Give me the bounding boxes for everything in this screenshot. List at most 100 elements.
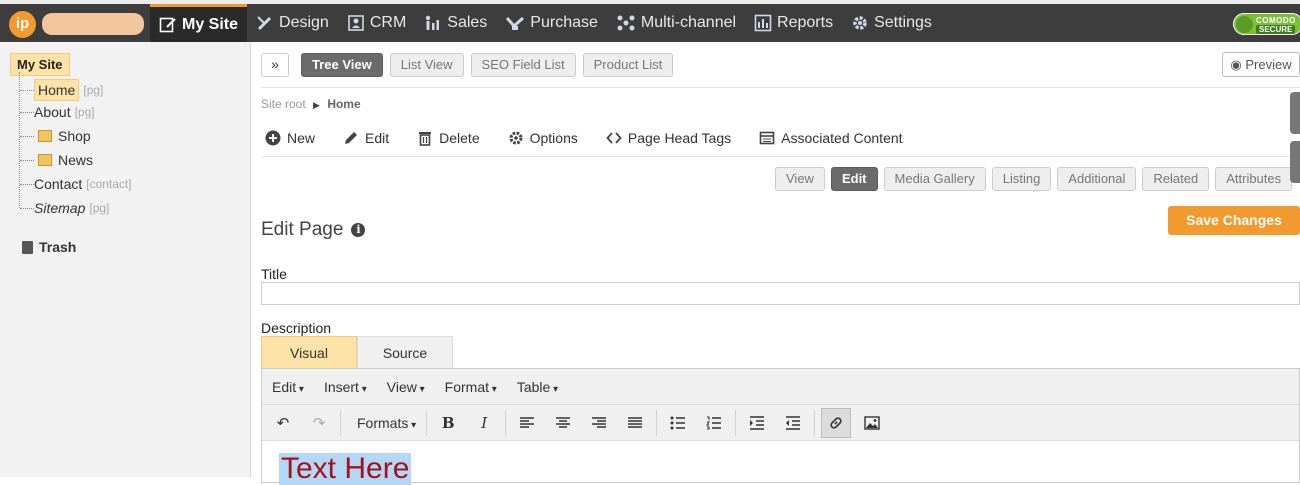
tab-product-list[interactable]: Product List <box>582 53 674 77</box>
side-panel-handle[interactable] <box>1290 92 1300 134</box>
subtab-additional[interactable]: Additional <box>1057 167 1137 191</box>
subtab-related[interactable]: Related <box>1142 167 1210 191</box>
chart-icon <box>754 14 772 32</box>
breadcrumb-root[interactable]: Site root <box>261 97 306 111</box>
breadcrumb-separator-icon: ▶ <box>313 100 320 110</box>
preview-button[interactable]: ◉ Preview <box>1222 52 1300 77</box>
subtab-view[interactable]: View <box>775 167 825 191</box>
editor-mode-tabs: Visual Source <box>261 336 453 368</box>
nav-design[interactable]: Design <box>247 4 338 42</box>
align-center-icon <box>556 416 571 428</box>
badge-top-text: COMODO <box>1256 16 1296 25</box>
tab-seo-field-list[interactable]: SEO Field List <box>470 53 576 77</box>
save-changes-button[interactable]: Save Changes <box>1168 206 1300 235</box>
tab-list-view[interactable]: List View <box>389 53 464 77</box>
menu-format[interactable]: Format <box>445 379 497 395</box>
bold-button[interactable]: B <box>433 408 463 438</box>
main-nav: My Site Design CRM Sales Purchase Multi-… <box>150 4 941 42</box>
thumbs-up-icon <box>1236 16 1253 33</box>
align-center-button[interactable] <box>548 408 578 438</box>
gear-icon <box>509 131 523 145</box>
site-name-pill[interactable] <box>42 13 144 35</box>
edit-button[interactable]: Edit <box>343 130 389 146</box>
nav-label: Settings <box>874 14 932 31</box>
menu-edit[interactable]: Edit <box>272 379 304 395</box>
indent-button[interactable] <box>742 408 772 438</box>
info-icon[interactable]: i <box>351 223 366 237</box>
nav-label: Purchase <box>530 14 598 31</box>
outdent-button[interactable] <box>778 408 808 438</box>
image-icon <box>864 415 880 430</box>
menu-insert[interactable]: Insert <box>324 379 367 395</box>
nav-reports[interactable]: Reports <box>745 4 842 42</box>
eye-icon: ◉ <box>1230 57 1242 72</box>
delete-button[interactable]: Delete <box>417 130 480 146</box>
tab-tree-view[interactable]: Tree View <box>301 53 383 77</box>
nav-settings[interactable]: Settings <box>842 4 941 42</box>
app-logo[interactable]: ip <box>9 11 36 38</box>
tree-item-home[interactable]: Home [pg] <box>20 79 103 101</box>
insert-image-button[interactable] <box>857 408 887 438</box>
tree-item-label: Sitemap <box>34 200 86 216</box>
nav-label: My Site <box>182 15 239 33</box>
tree-item-label: News <box>58 152 94 168</box>
comodo-secure-badge[interactable]: COMODO SECURE <box>1233 13 1300 35</box>
tree-item-label: About <box>34 104 71 120</box>
page-title: Edit Page i <box>261 219 366 241</box>
tree-item-contact[interactable]: Contact [contact] <box>20 176 132 192</box>
justify-button[interactable] <box>620 408 650 438</box>
align-right-button[interactable] <box>584 408 614 438</box>
link-icon <box>830 416 842 429</box>
associated-content-button[interactable]: Associated Content <box>759 130 903 146</box>
menu-view[interactable]: View <box>387 379 425 395</box>
tree-item-shop[interactable]: Shop <box>20 128 91 144</box>
formats-dropdown[interactable]: Formats <box>347 415 426 431</box>
align-left-button[interactable] <box>512 408 542 438</box>
title-input[interactable] <box>261 282 1300 305</box>
redo-button[interactable]: ↷ <box>304 408 334 438</box>
subtab-listing[interactable]: Listing <box>991 167 1052 191</box>
options-button[interactable]: Options <box>508 130 578 146</box>
link-button[interactable] <box>821 407 852 438</box>
align-left-icon <box>520 416 535 428</box>
badge-bottom-text: SECURE <box>1256 25 1296 34</box>
numbered-list-button[interactable] <box>699 408 729 438</box>
tree-item-sitemap[interactable]: Sitemap [pg] <box>20 200 109 216</box>
numbered-list-icon <box>706 416 722 429</box>
pencil-icon <box>345 132 358 144</box>
nav-crm[interactable]: CRM <box>338 4 415 42</box>
editor-menubar: Edit Insert View Format Table <box>262 369 1299 405</box>
expand-sidebar-button[interactable]: » <box>261 53 289 77</box>
bullet-list-button[interactable] <box>663 408 693 438</box>
subtab-edit[interactable]: Edit <box>830 167 878 191</box>
undo-button[interactable]: ↶ <box>268 408 298 438</box>
trash-item[interactable]: Trash <box>22 239 76 255</box>
italic-button[interactable]: I <box>469 408 499 438</box>
bullet-list-icon <box>670 416 686 429</box>
network-icon <box>617 15 635 31</box>
subtab-media-gallery[interactable]: Media Gallery <box>883 167 986 191</box>
action-label: Edit <box>365 130 390 146</box>
page-head-tags-button[interactable]: Page Head Tags <box>606 130 731 146</box>
tree-item-label: Contact <box>34 176 83 192</box>
tab-source[interactable]: Source <box>357 336 453 368</box>
title-label: Title <box>261 266 287 282</box>
tree-item-about[interactable]: About [pg] <box>20 104 95 120</box>
subtab-attributes[interactable]: Attributes <box>1215 167 1293 191</box>
side-panel-handle[interactable] <box>1290 141 1300 183</box>
editor-content-text[interactable]: Text Here <box>279 453 412 485</box>
nav-purchase[interactable]: Purchase <box>496 4 607 42</box>
menu-table[interactable]: Table <box>517 379 558 395</box>
tree-item-news[interactable]: News <box>20 152 93 168</box>
nav-sales[interactable]: Sales <box>415 4 496 42</box>
nav-my-site[interactable]: My Site <box>150 4 248 42</box>
tree-item-type: [pg] <box>89 201 110 215</box>
new-button[interactable]: New <box>265 130 315 146</box>
layout-icon <box>759 131 775 145</box>
tab-visual[interactable]: Visual <box>261 336 357 368</box>
indent-icon <box>750 415 765 430</box>
double-chevron-right-icon: » <box>271 56 279 72</box>
page-title-text: Edit Page <box>261 219 344 240</box>
nav-label: Reports <box>777 14 834 31</box>
nav-multi-channel[interactable]: Multi-channel <box>607 4 745 42</box>
